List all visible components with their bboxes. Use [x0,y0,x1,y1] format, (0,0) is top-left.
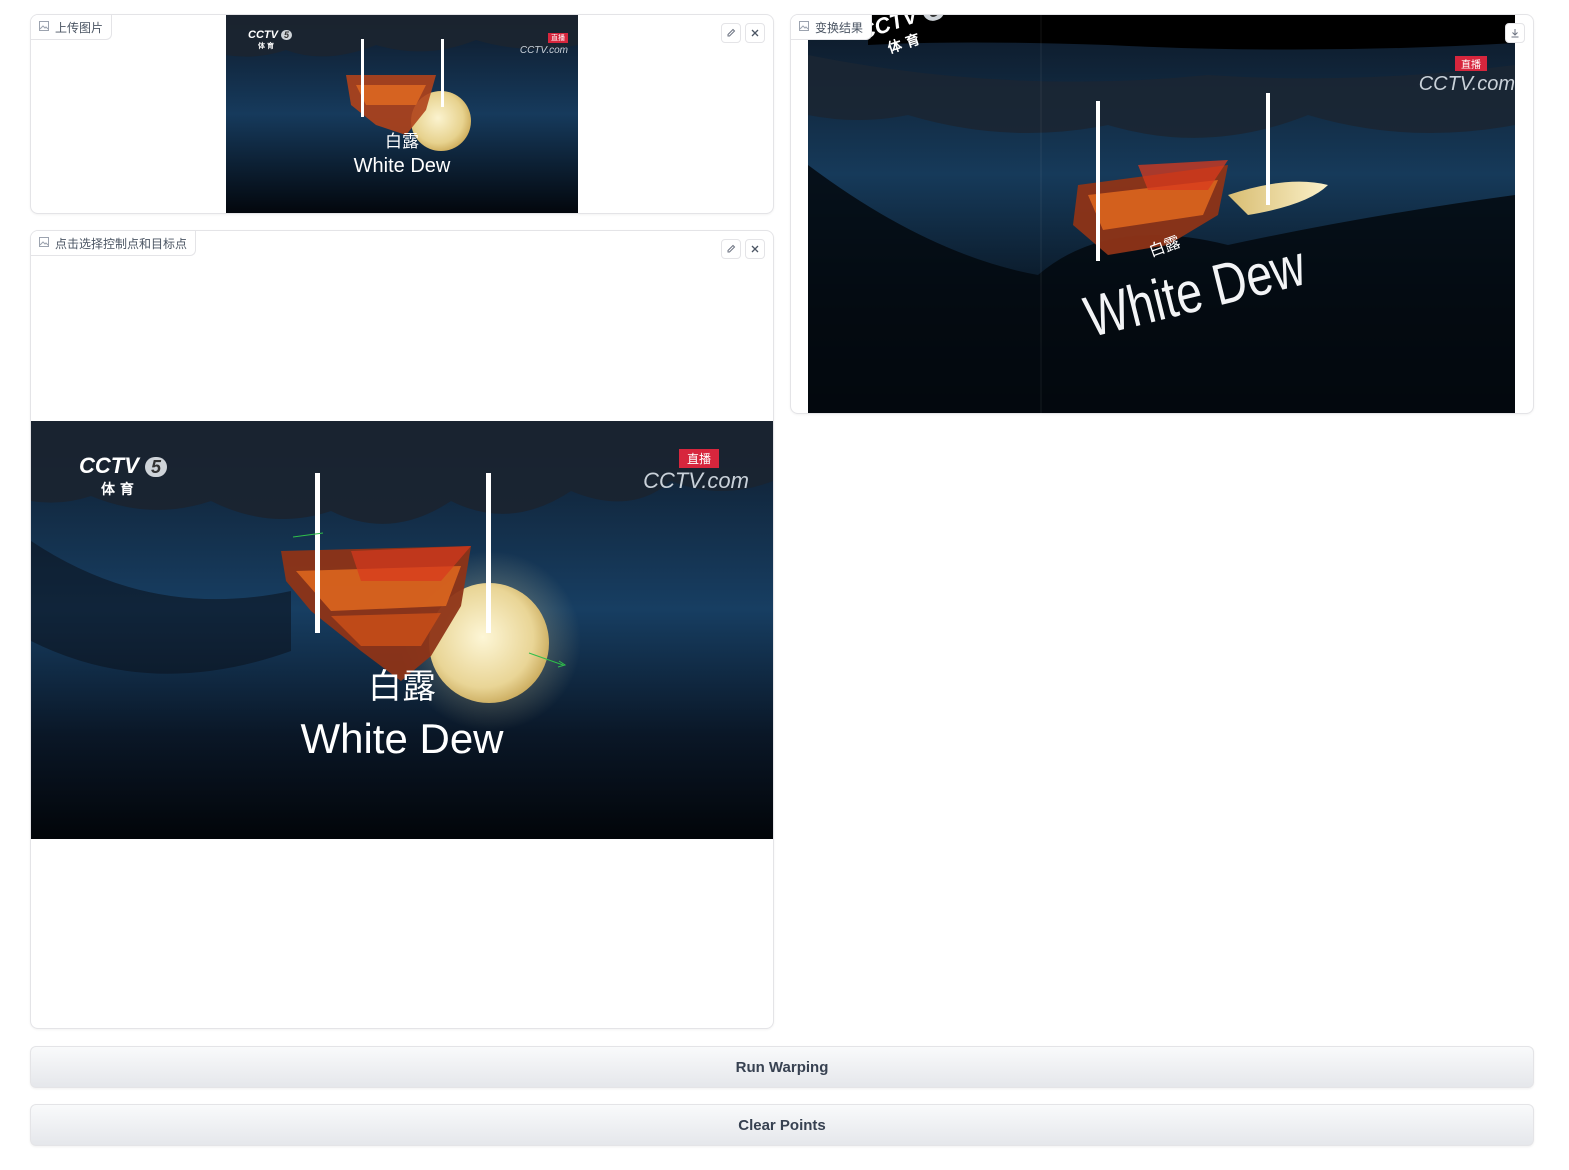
image-icon [39,236,49,250]
select-points-label: 点击选择控制点和目标点 [31,231,197,256]
warped-result-image: CCTV 5 体 育 直播 CCTV.com 白露 White Dew [808,15,1515,413]
close-icon[interactable] [745,23,765,43]
uploaded-image: CCTV 5 体 育 直播 CCTV.com 白露 White Dew [226,15,578,213]
warp-result-label-text: 变换结果 [815,20,864,35]
upload-image-label: 上传图片 [31,15,113,40]
warp-result-label: 变换结果 [791,15,873,40]
point-selection-canvas[interactable]: CCTV 5 体 育 直播 CCTV.com 白露 White Dew [31,421,773,839]
cctv5-logo: CCTV 5 体 育 [79,453,168,499]
select-points-label-text: 点击选择控制点和目标点 [55,236,188,251]
close-icon[interactable] [745,239,765,259]
caption-cn: 白露 [385,132,419,152]
select-points-panel[interactable]: 点击选择控制点和目标点 CCTV 5 体 育 直播 CCTV.com 白露 Wh… [30,230,774,1029]
cctv-com-logo: 直播 CCTV.com [1419,55,1515,96]
upload-image-label-text: 上传图片 [55,20,104,35]
caption-cn: 白露 [368,667,436,707]
run-warping-button[interactable]: Run Warping [30,1046,1534,1088]
caption-en: White Dew [353,155,451,177]
upload-image-panel[interactable]: 上传图片 CCTV 5 体 育 直播 CCTV.com 白露 White Dew [30,14,774,214]
warp-result-panel: 变换结果 CCTV 体 育 直播 CCTV.com 白露 White Dew [790,14,1534,414]
edit-icon[interactable] [721,239,741,259]
cctv-com-logo: 直播 CCTV.com [643,449,749,494]
image-icon [39,20,49,34]
edit-icon[interactable] [721,23,741,43]
cctv5-logo: CCTV 5 体 育 [248,29,293,51]
clear-points-button[interactable]: Clear Points [30,1104,1534,1146]
cctv-com-logo: 直播 CCTV.com [519,33,568,56]
caption-en: White Dew [300,715,504,762]
download-icon[interactable] [1505,23,1525,43]
image-icon [799,20,809,34]
